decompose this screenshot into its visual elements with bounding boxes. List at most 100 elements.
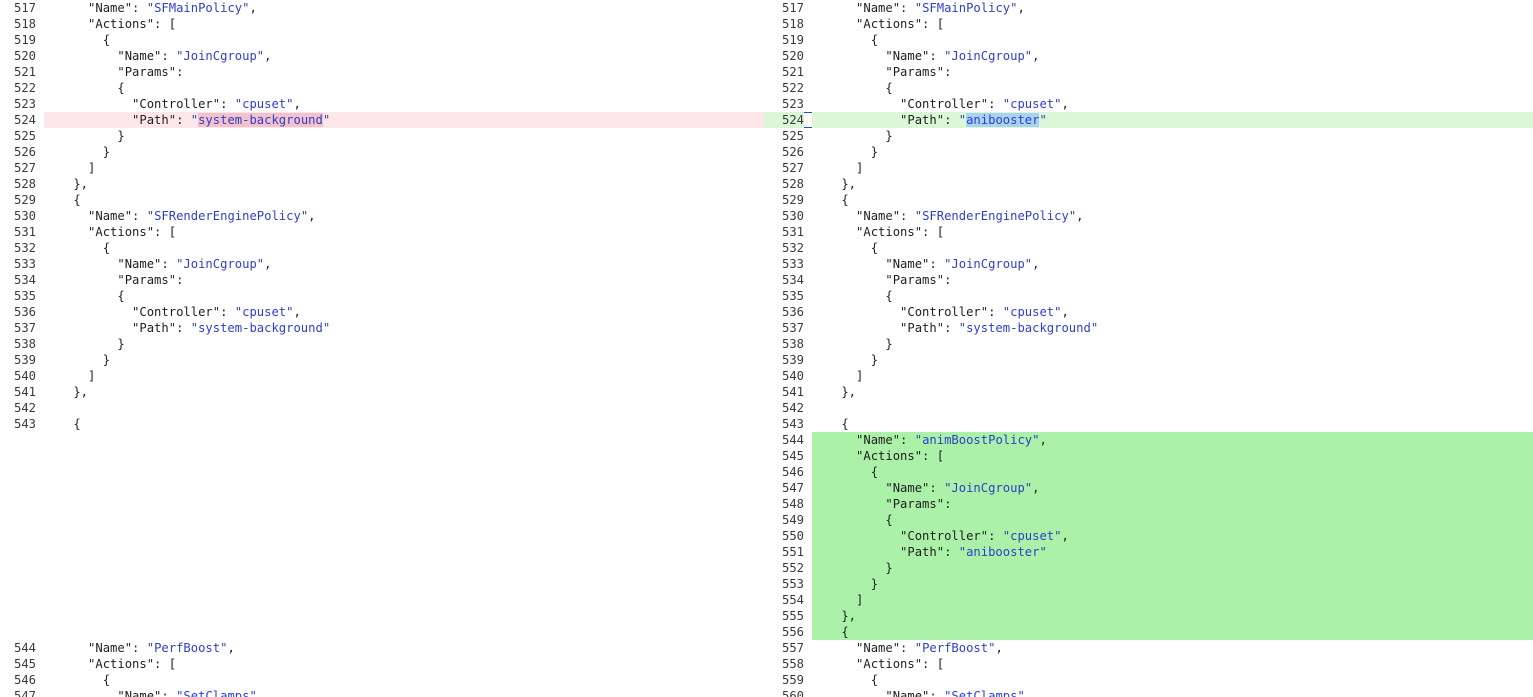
code-line[interactable]: 542 (0, 400, 764, 416)
line-content: ] (812, 368, 1533, 384)
code-line[interactable]: 554 ] (764, 592, 1533, 608)
code-line[interactable]: 545 "Actions": [ (0, 656, 764, 672)
line-number: 551 (781, 545, 804, 559)
code-line[interactable]: 530 "Name": "SFRenderEnginePolicy", (764, 208, 1533, 224)
code-line[interactable]: 522 { (0, 80, 764, 96)
code-line[interactable]: 519 { (764, 32, 1533, 48)
code-line[interactable]: 544 "Name": "PerfBoost", (0, 640, 764, 656)
code-line[interactable]: 532 { (0, 240, 764, 256)
code-line[interactable]: 551 "Path": "anibooster" (764, 544, 1533, 560)
code-line[interactable]: 521 "Params": (0, 64, 764, 80)
code-line[interactable]: 541 }, (764, 384, 1533, 400)
code-line[interactable]: 536 "Controller": "cpuset", (764, 304, 1533, 320)
code-token: "Actions": [ (812, 449, 945, 463)
code-line[interactable]: 537 "Path": "system-background" (764, 320, 1533, 336)
code-line[interactable]: 519 { (0, 32, 764, 48)
code-token: }, (812, 177, 857, 191)
code-line[interactable]: 518 "Actions": [ (0, 16, 764, 32)
code-line[interactable]: 534 "Params": (764, 272, 1533, 288)
code-line[interactable]: 556 { (764, 624, 1533, 640)
code-line[interactable]: 526 } (0, 144, 764, 160)
line-content: { (812, 624, 1533, 640)
code-line[interactable]: 549 { (764, 512, 1533, 528)
code-line[interactable]: 534 "Params": (0, 272, 764, 288)
code-line[interactable]: 524 "Path": "anibooster" (764, 112, 1533, 128)
line-number: 539 (13, 353, 36, 367)
code-line[interactable]: 541 }, (0, 384, 764, 400)
code-line[interactable]: 538 } (0, 336, 764, 352)
code-line[interactable]: 553 } (764, 576, 1533, 592)
code-token: { (812, 673, 879, 687)
code-line[interactable]: 548 "Params": (764, 496, 1533, 512)
right-pane-modified[interactable]: 517 "Name": "SFMainPolicy", 518 "Actions"… (764, 0, 1533, 697)
code-line[interactable]: 538 } (764, 336, 1533, 352)
code-line[interactable]: 520 "Name": "JoinCgroup", (0, 48, 764, 64)
line-content: }, (44, 176, 764, 192)
code-line[interactable]: 543 { (0, 416, 764, 432)
code-line[interactable]: 546 { (764, 464, 1533, 480)
code-line[interactable]: 539 } (0, 352, 764, 368)
code-line[interactable]: 527 ] (764, 160, 1533, 176)
code-line[interactable]: 558 "Actions": [ (764, 656, 1533, 672)
code-line[interactable]: 532 { (764, 240, 1533, 256)
code-line[interactable]: 544 "Name": "animBoostPolicy", (764, 432, 1533, 448)
code-line[interactable]: 535 { (764, 288, 1533, 304)
code-line[interactable]: 546 { (0, 672, 764, 688)
code-line[interactable]: 518 "Actions": [ (764, 16, 1533, 32)
code-line[interactable]: 550 "Controller": "cpuset", (764, 528, 1533, 544)
line-number: 531 (781, 225, 804, 239)
code-line[interactable]: 526 } (764, 144, 1533, 160)
code-line[interactable]: 517 "Name": "SFMainPolicy", (0, 0, 764, 16)
code-line[interactable]: 530 "Name": "SFRenderEnginePolicy", (0, 208, 764, 224)
code-line[interactable]: 555 }, (764, 608, 1533, 624)
code-line[interactable]: 545 "Actions": [ (764, 448, 1533, 464)
code-line[interactable]: 535 { (0, 288, 764, 304)
code-line[interactable]: 531 "Actions": [ (0, 224, 764, 240)
code-line[interactable]: 533 "Name": "JoinCgroup", (764, 256, 1533, 272)
code-line[interactable]: 542 (764, 400, 1533, 416)
code-line[interactable]: 557 "Name": "PerfBoost", (764, 640, 1533, 656)
code-line[interactable]: 540 ] (764, 368, 1533, 384)
diff-spacer-row (0, 480, 764, 496)
left-pane-original[interactable]: 517 "Name": "SFMainPolicy", 518 "Actions"… (0, 0, 764, 697)
code-token: "SetClamps" (176, 689, 257, 697)
code-token: " (322, 113, 331, 127)
code-token: ] (44, 369, 96, 383)
code-line[interactable]: 521 "Params": (764, 64, 1533, 80)
code-token: "JoinCgroup" (944, 481, 1033, 495)
code-line[interactable]: 547 "Name": "JoinCgroup", (764, 480, 1533, 496)
code-line[interactable]: 517 "Name": "SFMainPolicy", (764, 0, 1533, 16)
code-line[interactable]: 524 "Path": "system-background" (0, 112, 764, 128)
line-number: 530 (13, 209, 36, 223)
code-line[interactable]: 539 } (764, 352, 1533, 368)
code-line[interactable]: 547 "Name": "SetClamps", (0, 688, 764, 697)
code-line[interactable]: 529 { (764, 192, 1533, 208)
code-line[interactable]: 520 "Name": "JoinCgroup", (764, 48, 1533, 64)
line-content: "Name": "JoinCgroup", (812, 256, 1533, 272)
code-line[interactable]: 523 "Controller": "cpuset", (0, 96, 764, 112)
code-line[interactable]: 543 { (764, 416, 1533, 432)
code-line[interactable]: 529 { (0, 192, 764, 208)
code-line[interactable]: 528 }, (0, 176, 764, 192)
code-line[interactable]: 528 }, (764, 176, 1533, 192)
code-line[interactable]: 531 "Actions": [ (764, 224, 1533, 240)
code-line[interactable]: 560 "Name": "SetClamps", (764, 688, 1533, 697)
line-number: 521 (781, 65, 804, 79)
line-content: "Actions": [ (812, 16, 1533, 32)
code-line[interactable]: 533 "Name": "JoinCgroup", (0, 256, 764, 272)
code-line[interactable]: 540 ] (0, 368, 764, 384)
code-line[interactable]: 537 "Path": "system-background" (0, 320, 764, 336)
code-line[interactable]: 523 "Controller": "cpuset", (764, 96, 1533, 112)
code-token: "JoinCgroup" (944, 49, 1033, 63)
code-line[interactable]: 525 } (764, 128, 1533, 144)
code-line[interactable]: 559 { (764, 672, 1533, 688)
code-line[interactable]: 527 ] (0, 160, 764, 176)
line-number: 522 (13, 81, 36, 95)
line-number: 542 (781, 401, 804, 415)
line-number: 544 (13, 641, 36, 655)
code-line[interactable]: 525 } (0, 128, 764, 144)
code-line[interactable]: 522 { (764, 80, 1533, 96)
code-line[interactable]: 536 "Controller": "cpuset", (0, 304, 764, 320)
code-line[interactable]: 552 } (764, 560, 1533, 576)
code-token: { (44, 241, 111, 255)
